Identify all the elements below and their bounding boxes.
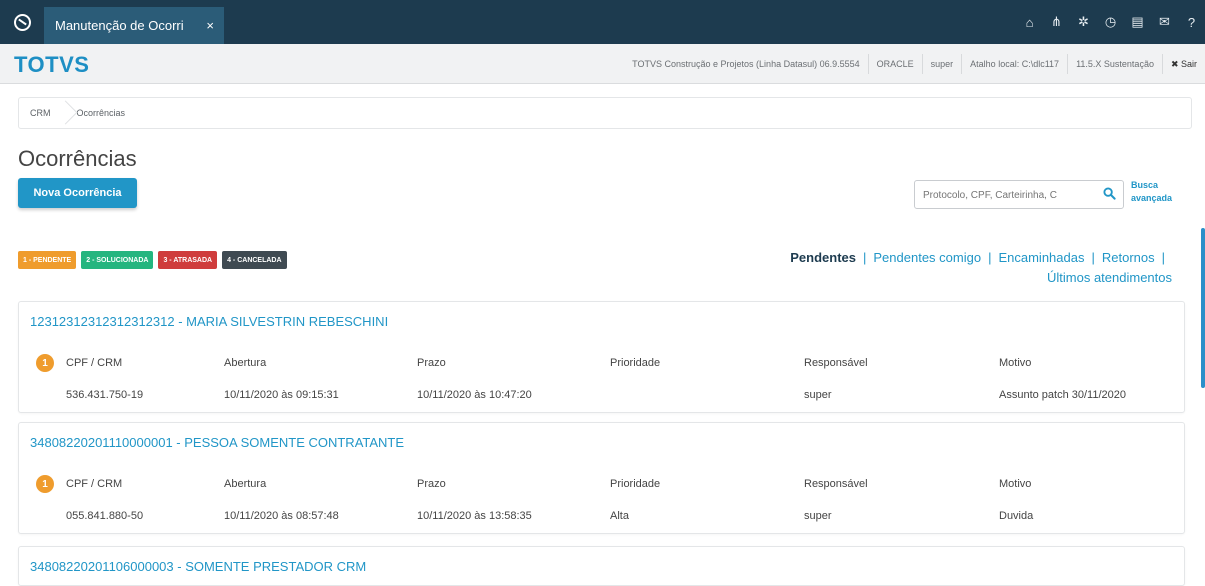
breadcrumb-item-ocorrencias: Ocorrências (76, 108, 126, 118)
col-motivo: Motivo Assunto patch 30/11/2020 (999, 354, 1126, 404)
filter-separator: | (1161, 250, 1165, 265)
mail-icon[interactable]: ✉ (1151, 0, 1178, 44)
tab-close-icon[interactable]: × (206, 18, 214, 33)
totvs-logo-icon (13, 13, 31, 31)
col-label-motivo: Motivo (999, 478, 1032, 490)
header-info: TOTVS Construção e Projetos (Linha Datas… (624, 44, 1205, 84)
col-prioridade: Prioridade (610, 354, 660, 404)
col-label-responsavel: Responsável (804, 357, 868, 369)
col-label-abertura: Abertura (224, 357, 267, 369)
home-icon[interactable]: ⌂ (1016, 0, 1043, 44)
top-icon-bar: ⌂ ⋔ ✲ ◷ ▤ ✉ ? (1016, 0, 1205, 44)
breadcrumb: CRM Ocorrências (18, 97, 1192, 129)
col-prioridade: Prioridade Alta (610, 475, 660, 525)
sitemap-icon[interactable]: ⋔ (1043, 0, 1070, 44)
status-badge: 1 (36, 475, 54, 493)
clock-icon[interactable]: ◷ (1097, 0, 1124, 44)
status-badge: 1 (36, 354, 54, 372)
breadcrumb-item-crm[interactable]: CRM (30, 108, 51, 118)
legend-atrasada: 3 - ATRASADA (158, 251, 218, 269)
help-icon[interactable]: ? (1178, 0, 1205, 44)
search-box (914, 180, 1124, 209)
filter-separator: | (863, 250, 867, 265)
value-prioridade (610, 386, 660, 404)
value-abertura: 10/11/2020 às 08:57:48 (224, 510, 339, 522)
top-bar: Manutenção de Ocorri × ⌂ ⋔ ✲ ◷ ▤ ✉ ? (0, 0, 1205, 44)
filter-encaminhadas[interactable]: Encaminhadas (998, 250, 1084, 265)
filter-separator: | (988, 250, 992, 265)
document-icon[interactable]: ▤ (1124, 0, 1151, 44)
version-label: 11.5.X Sustentação (1067, 54, 1162, 74)
breadcrumb-separator (59, 98, 69, 128)
filter-pendentes[interactable]: Pendentes (790, 250, 856, 265)
occurrence-title-link[interactable]: 34808220201110000001 - PESSOA SOMENTE CO… (30, 435, 404, 450)
filter-ultimos-atendimentos[interactable]: Últimos atendimentos (1047, 270, 1172, 285)
filter-retornos[interactable]: Retornos (1102, 250, 1155, 265)
value-abertura: 10/11/2020 às 09:15:31 (224, 389, 339, 401)
col-label-responsavel: Responsável (804, 478, 868, 490)
occurrence-card: 34808220201110000001 - PESSOA SOMENTE CO… (18, 422, 1185, 534)
legend-pendente: 1 - PENDENTE (18, 251, 77, 269)
status-legend: 1 - PENDENTE 2 - SOLUCIONADA 3 - ATRASAD… (18, 251, 287, 269)
col-cpf: CPF / CRM 055.841.880-50 (66, 475, 143, 525)
col-abertura: Abertura 10/11/2020 às 09:15:31 (224, 354, 339, 404)
value-responsavel: super (804, 510, 832, 522)
filter-pendentes-comigo[interactable]: Pendentes comigo (873, 250, 981, 265)
value-prioridade: Alta (610, 510, 629, 522)
local-shortcut: Atalho local: C:\dlc117 (961, 54, 1067, 74)
page-title: Ocorrências (18, 146, 137, 171)
col-cpf: CPF / CRM 536.431.750-19 (66, 354, 143, 404)
scrollbar-thumb[interactable] (1201, 228, 1205, 388)
value-responsavel: super (804, 389, 832, 401)
tab-manutencao-ocorrencia[interactable]: Manutenção de Ocorri × (44, 7, 224, 44)
col-label-prazo: Prazo (417, 478, 446, 490)
brand-logo: TOTVS (14, 52, 90, 77)
logout-button[interactable]: ✖ Sair (1161, 54, 1205, 74)
advanced-search-link[interactable]: Busca avançada (1131, 179, 1172, 205)
filter-links: Pendentes | Pendentes comigo | Encaminhadas |… (692, 248, 1172, 288)
col-motivo: Motivo Duvida (999, 475, 1033, 525)
app-header: TOTVS TOTVS Construção e Projetos (Linha… (0, 44, 1205, 84)
new-occurrence-button[interactable]: Nova Ocorrência (18, 178, 137, 208)
legend-solucionada: 2 - SOLUCIONADA (81, 251, 154, 269)
col-label-cpf: CPF / CRM (66, 478, 123, 490)
col-label-prazo: Prazo (417, 357, 446, 369)
search-input[interactable] (921, 186, 1096, 204)
col-responsavel: Responsável super (804, 354, 868, 404)
col-label-motivo: Motivo (999, 357, 1032, 369)
occurrence-title-link[interactable]: 34808220201106000003 - SOMENTE PRESTADOR… (30, 559, 366, 574)
occurrence-card: 34808220201106000003 - SOMENTE PRESTADOR… (18, 546, 1185, 586)
value-prazo: 10/11/2020 às 13:58:35 (417, 510, 532, 522)
col-label-prioridade: Prioridade (610, 357, 661, 369)
value-prazo: 10/11/2020 às 10:47:20 (417, 389, 532, 401)
col-label-prioridade: Prioridade (610, 478, 661, 490)
col-responsavel: Responsável super (804, 475, 868, 525)
legend-cancelada: 4 - CANCELADA (222, 251, 287, 269)
advanced-search-line2: avançada (1131, 193, 1173, 203)
col-abertura: Abertura 10/11/2020 às 08:57:48 (224, 475, 339, 525)
occurrence-card: 12312312312312312312 - MARIA SILVESTRIN … (18, 301, 1185, 413)
col-label-abertura: Abertura (224, 478, 267, 490)
gear-icon[interactable]: ✲ (1070, 0, 1097, 44)
app-menu-button[interactable] (0, 0, 44, 44)
product-name: TOTVS Construção e Projetos (Linha Datas… (632, 59, 860, 69)
user-name: super (921, 54, 962, 74)
occurrence-title-link[interactable]: 12312312312312312312 - MARIA SILVESTRIN … (30, 314, 388, 329)
database-name: ORACLE (867, 54, 922, 74)
tab-label: Manutenção de Ocorri (55, 18, 184, 33)
value-cpf: 055.841.880-50 (66, 510, 144, 522)
col-prazo: Prazo 10/11/2020 às 13:58:35 (417, 475, 532, 525)
value-cpf: 536.431.750-19 (66, 389, 144, 401)
value-motivo: Duvida (999, 510, 1034, 522)
value-motivo: Assunto patch 30/11/2020 (999, 389, 1127, 401)
col-prazo: Prazo 10/11/2020 às 10:47:20 (417, 354, 532, 404)
advanced-search-line1: Busca (1131, 180, 1159, 190)
search-icon[interactable] (1103, 187, 1116, 200)
col-label-cpf: CPF / CRM (66, 357, 123, 369)
filter-separator: | (1091, 250, 1095, 265)
